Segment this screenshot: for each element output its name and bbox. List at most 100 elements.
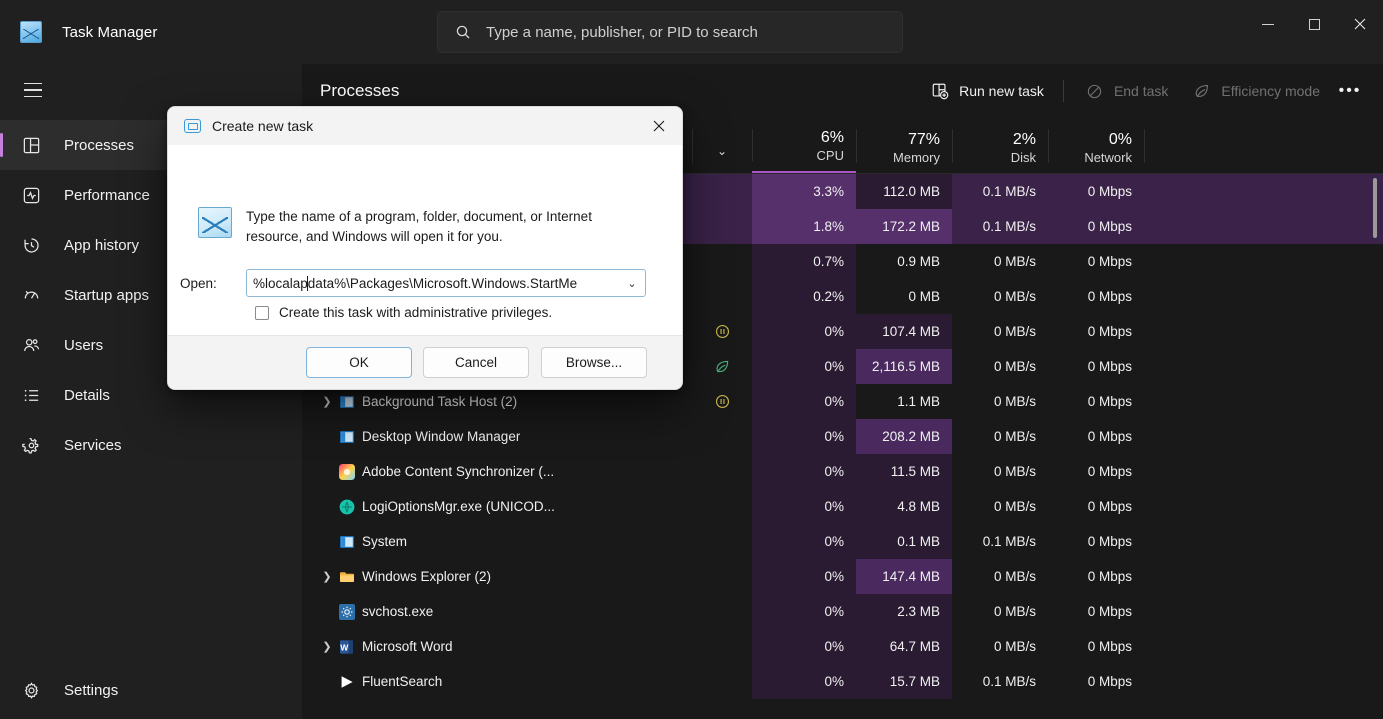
sidebar-item-services[interactable]: Services (0, 420, 302, 470)
cpu-cell: 0% (752, 629, 856, 664)
process-name: svchost.exe (362, 604, 434, 619)
task-manager-icon (20, 21, 42, 43)
sidebar-item-label: Processes (64, 136, 135, 154)
memory-cell: 4.8 MB (856, 489, 952, 524)
process-name-cell: Adobe Content Synchronizer (... (302, 454, 692, 489)
create-new-task-dialog: Create new task Type the name of a progr… (167, 106, 683, 390)
search-box[interactable] (437, 11, 903, 53)
dialog-title: Create new task (212, 118, 314, 134)
cpu-cell: 0% (752, 349, 856, 384)
table-row[interactable]: System 0% 0.1 MB 0.1 MB/s 0 Mbps (302, 524, 1383, 559)
sidebar-item-settings[interactable]: Settings (0, 665, 302, 715)
chevron-down-icon[interactable]: ⌄ (619, 277, 645, 290)
column-header-memory[interactable]: 77% Memory (856, 117, 952, 173)
checkbox-label: Create this task with administrative pri… (279, 305, 553, 320)
memory-cell: 0.9 MB (897, 254, 940, 269)
cpu-cell: 0% (752, 489, 856, 524)
expand-chevron-icon[interactable]: ❯ (316, 640, 338, 653)
open-combobox[interactable]: %localapdata%\Packages\Microsoft.Windows… (246, 269, 646, 297)
checkbox-box[interactable] (255, 305, 269, 320)
cpu-cell: 0% (752, 419, 856, 454)
disk-cell: 0 MB/s (993, 639, 1036, 654)
row-spacer (1144, 419, 1383, 454)
table-row[interactable]: svchost.exe 0% 2.3 MB 0 MB/s 0 Mbps (302, 594, 1383, 629)
close-button[interactable] (1337, 0, 1383, 48)
row-spacer (1144, 524, 1383, 559)
maximize-button[interactable] (1291, 0, 1337, 48)
row-spacer (1144, 174, 1383, 209)
search-input[interactable] (486, 23, 892, 41)
status-empty (713, 568, 731, 586)
cancel-button[interactable]: Cancel (423, 347, 529, 378)
sidebar-item-label: Performance (64, 186, 150, 204)
sidebar-item-label: Details (64, 386, 110, 404)
disk-cell: 0 MB/s (993, 394, 1036, 409)
column-name: Network (1084, 149, 1132, 165)
table-row[interactable]: ❯ W Microsoft Word 0% 64.7 MB 0 MB/s 0 Mbps (302, 629, 1383, 664)
row-spacer (1144, 244, 1383, 279)
disk-cell: 0.1 MB/s (982, 219, 1036, 234)
adobe-icon (338, 463, 356, 481)
efficiency-mode-button[interactable]: Efficiency mode (1181, 74, 1331, 108)
dialog-close-button[interactable] (636, 107, 682, 145)
process-name: Adobe Content Synchronizer (... (362, 464, 555, 479)
suspended-icon (713, 393, 731, 411)
page-title: Processes (320, 81, 400, 100)
folder-icon (338, 568, 356, 586)
open-input-value[interactable]: %localapdata%\Packages\Microsoft.Windows… (253, 275, 619, 291)
network-cell: 0 Mbps (1087, 499, 1132, 514)
row-spacer (1144, 349, 1383, 384)
minimize-button[interactable] (1245, 0, 1291, 48)
ok-button[interactable]: OK (306, 347, 412, 378)
status-empty (713, 183, 731, 201)
cpu-cell: 0% (752, 454, 856, 489)
admin-privileges-checkbox[interactable]: Create this task with administrative pri… (255, 305, 552, 320)
table-row[interactable]: Desktop Window Manager 0% 208.2 MB 0 MB/s 0 … (302, 419, 1383, 454)
browse-button[interactable]: Browse... (541, 347, 647, 378)
end-task-label: End task (1113, 83, 1169, 99)
column-header-status[interactable]: ⌄ (692, 117, 752, 173)
vertical-scrollbar[interactable] (1370, 176, 1380, 716)
sidebar-item-label: Settings (64, 681, 119, 699)
column-name: Disk (1010, 149, 1036, 165)
app-title: Task Manager (62, 23, 158, 41)
column-header-cpu[interactable]: 6% CPU (752, 117, 856, 173)
more-options-button[interactable]: ••• (1331, 74, 1369, 108)
window-icon (184, 119, 201, 133)
expand-chevron-icon[interactable]: ❯ (316, 395, 338, 408)
disk-cell: 0.1 MB/s (982, 674, 1036, 689)
cpu-cell: 0% (752, 594, 856, 629)
table-row[interactable]: Adobe Content Synchronizer (... 0% 11.5 MB… (302, 454, 1383, 489)
fluent-icon (338, 673, 356, 691)
bg-task-icon (338, 393, 356, 411)
network-cell: 0 Mbps (1087, 464, 1132, 479)
svg-text:W: W (340, 642, 349, 652)
hamburger-icon[interactable] (11, 70, 55, 110)
network-cell: 0 Mbps (1087, 359, 1132, 374)
process-name-cell: Desktop Window Manager (302, 419, 692, 454)
task-manager-window: Task Manager Type a name, publisher, or … (0, 0, 1383, 719)
table-row[interactable]: ❯ Windows Explorer (2) 0% 147.4 MB 0 MB/s 0 M… (302, 559, 1383, 594)
disk-cell: 0 MB/s (993, 429, 1036, 444)
status-cell (692, 349, 752, 384)
status-cell (692, 559, 752, 594)
process-name: Microsoft Word (362, 639, 453, 654)
network-cell: 0 Mbps (1087, 324, 1132, 339)
status-cell (692, 629, 752, 664)
run-new-task-button[interactable]: Run new task (919, 74, 1055, 108)
memory-cell: 147.4 MB (856, 559, 952, 594)
process-name: Windows Explorer (2) (362, 569, 492, 584)
table-row[interactable]: LogiOptionsMgr.exe (UNICOD... 0% 4.8 MB 0 M… (302, 489, 1383, 524)
column-header-disk[interactable]: 2% Disk (952, 117, 1048, 173)
network-cell: 0 Mbps (1087, 254, 1132, 269)
status-empty (713, 288, 731, 306)
end-task-button[interactable]: End task (1074, 74, 1179, 108)
scrollbar-thumb[interactable] (1373, 178, 1377, 238)
table-row[interactable]: FluentSearch 0% 15.7 MB 0.1 MB/s 0 Mbps (302, 664, 1383, 699)
expand-chevron-icon[interactable]: ❯ (316, 570, 338, 583)
network-cell: 0 Mbps (1087, 534, 1132, 549)
column-header-network[interactable]: 0% Network (1048, 117, 1144, 173)
title-bar: Task Manager (0, 0, 1383, 64)
memory-cell: 2.3 MB (856, 594, 952, 629)
process-name: LogiOptionsMgr.exe (UNICOD... (362, 499, 555, 514)
